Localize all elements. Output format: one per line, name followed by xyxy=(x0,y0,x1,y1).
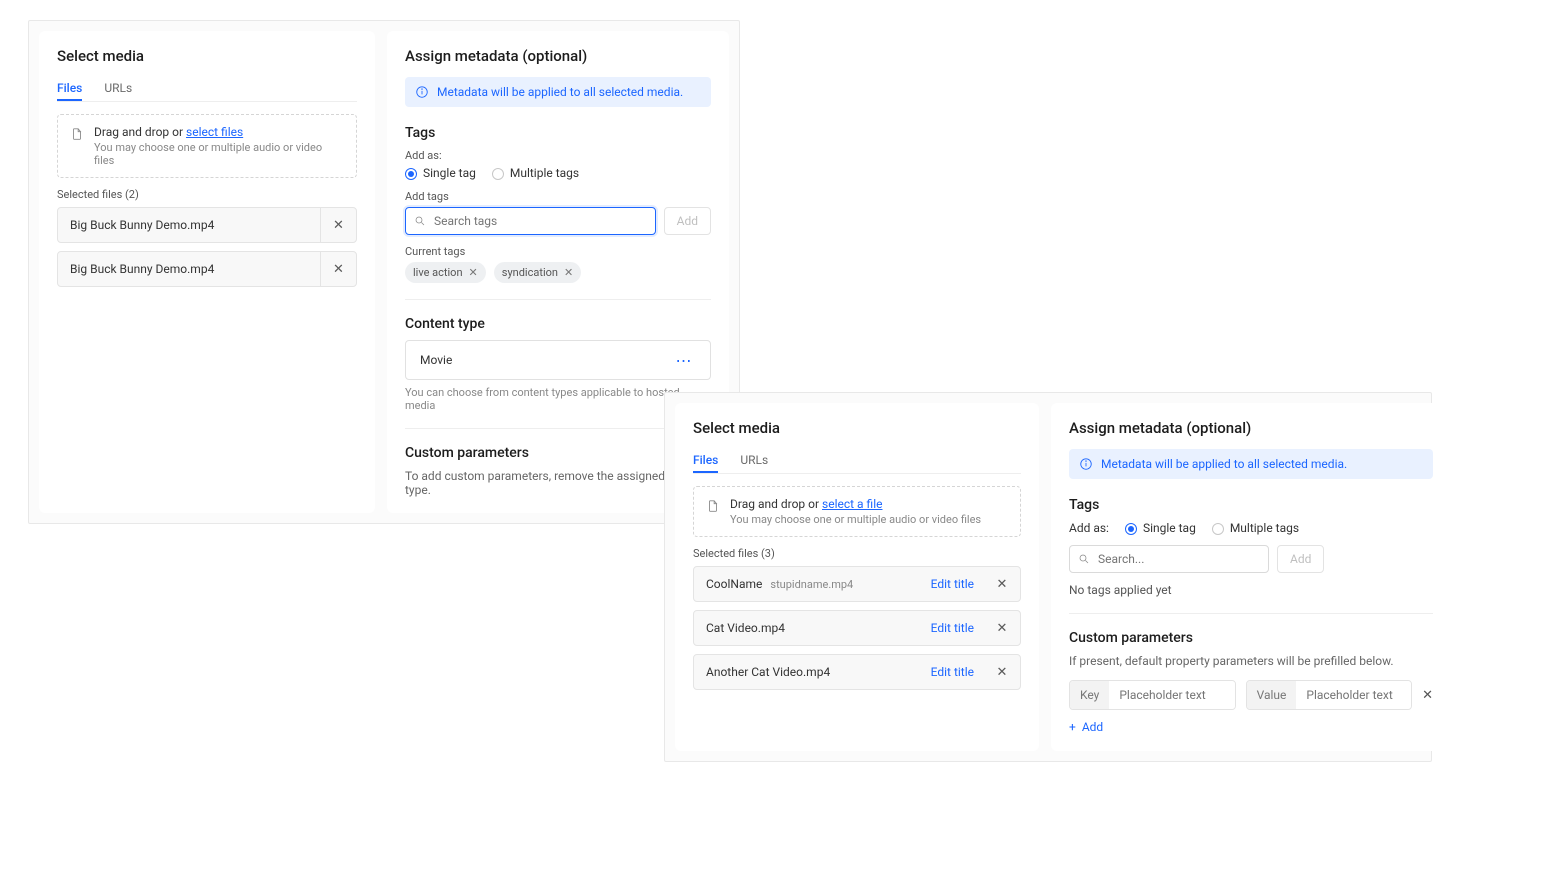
plus-icon: + xyxy=(1069,720,1076,734)
search-tags-input[interactable] xyxy=(1096,551,1260,567)
content-type-select[interactable]: Movie ⋯ xyxy=(405,340,711,380)
assign-metadata-title: Assign metadata (optional) xyxy=(405,47,711,65)
file-name: Big Buck Bunny Demo.mp4 xyxy=(70,218,214,232)
radio-single-label: Single tag xyxy=(1143,521,1196,535)
remove-tag-icon[interactable]: ✕ xyxy=(469,266,478,279)
tags-header: Tags xyxy=(1069,497,1433,513)
dropzone-text: Drag and drop or xyxy=(94,125,186,139)
content-type-value: Movie xyxy=(420,353,452,367)
content-type-header: Content type xyxy=(405,316,711,332)
tab-files[interactable]: Files xyxy=(693,449,718,473)
more-options-icon[interactable]: ⋯ xyxy=(672,348,696,372)
info-icon xyxy=(1079,457,1093,471)
info-icon xyxy=(415,85,429,99)
remove-file-button[interactable]: ✕ xyxy=(984,566,1020,602)
file-row: Another Cat Video.mp4 Edit title ✕ xyxy=(693,654,1021,690)
param-key-input[interactable] xyxy=(1109,681,1234,709)
search-icon xyxy=(1078,553,1090,565)
info-banner: Metadata will be applied to all selected… xyxy=(405,77,711,107)
tags-header: Tags xyxy=(405,125,711,141)
param-value-label: Value xyxy=(1247,681,1297,709)
select-file-link[interactable]: select a file xyxy=(822,497,882,511)
custom-params-header: Custom parameters xyxy=(1069,630,1433,646)
radio-multiple-tags[interactable]: Multiple tags xyxy=(1212,521,1299,535)
tab-files[interactable]: Files xyxy=(57,77,82,101)
select-media-panel: Select media Files URLs Drag and drop or… xyxy=(39,31,375,513)
add-param-link[interactable]: + Add xyxy=(1069,720,1103,734)
radio-checked-icon xyxy=(405,168,417,180)
search-icon xyxy=(414,215,426,227)
info-banner-text: Metadata will be applied to all selected… xyxy=(1101,457,1347,471)
file-subname: stupidname.mp4 xyxy=(770,578,853,591)
radio-multiple-label: Multiple tags xyxy=(510,166,579,180)
add-as-label: Add as: xyxy=(1069,521,1109,535)
radio-unchecked-icon xyxy=(1212,523,1224,535)
selected-files-header: Selected files (2) xyxy=(57,188,357,201)
custom-params-desc: If present, default property parameters … xyxy=(1069,654,1433,668)
dropzone-text: Drag and drop or xyxy=(730,497,822,511)
tag-chip: syndication ✕ xyxy=(494,262,581,283)
select-media-panel: Select media Files URLs Drag and drop or… xyxy=(675,403,1039,751)
no-tags-message: No tags applied yet xyxy=(1069,583,1433,597)
dropzone[interactable]: Drag and drop or select a file You may c… xyxy=(693,486,1021,537)
tag-chip-label: syndication xyxy=(502,266,558,279)
select-media-title: Select media xyxy=(693,419,1021,437)
assign-metadata-panel: Assign metadata (optional) Metadata will… xyxy=(1051,403,1451,751)
file-row: CoolName stupidname.mp4 Edit title ✕ xyxy=(693,566,1021,602)
remove-file-button[interactable]: ✕ xyxy=(984,654,1020,690)
file-row: Big Buck Bunny Demo.mp4 ✕ xyxy=(57,207,357,243)
file-name: Big Buck Bunny Demo.mp4 xyxy=(70,262,214,276)
remove-tag-icon[interactable]: ✕ xyxy=(564,266,573,279)
dropzone[interactable]: Drag and drop or select files You may ch… xyxy=(57,114,357,178)
edit-title-link[interactable]: Edit title xyxy=(921,665,984,679)
add-tag-button[interactable]: Add xyxy=(1277,545,1324,573)
file-name: Another Cat Video.mp4 xyxy=(706,665,830,679)
tab-urls[interactable]: URLs xyxy=(104,77,132,101)
file-icon xyxy=(706,499,720,513)
search-tags-input-wrap[interactable] xyxy=(405,207,656,235)
select-files-link[interactable]: select files xyxy=(186,125,243,139)
selected-files-header: Selected files (3) xyxy=(693,547,1021,560)
file-name: CoolName xyxy=(706,577,762,591)
param-key-label: Key xyxy=(1070,681,1109,709)
add-param-label: Add xyxy=(1082,720,1103,734)
radio-single-label: Single tag xyxy=(423,166,476,180)
param-value-field[interactable]: Value xyxy=(1246,680,1413,710)
edit-title-link[interactable]: Edit title xyxy=(921,621,984,635)
remove-file-button[interactable]: ✕ xyxy=(320,251,356,287)
search-tags-input-wrap[interactable] xyxy=(1069,545,1269,573)
param-value-input[interactable] xyxy=(1296,681,1412,709)
radio-single-tag[interactable]: Single tag xyxy=(405,166,476,180)
add-as-label: Add as: xyxy=(405,149,711,162)
remove-file-button[interactable]: ✕ xyxy=(320,207,356,243)
file-row: Cat Video.mp4 Edit title ✕ xyxy=(693,610,1021,646)
edit-title-link[interactable]: Edit title xyxy=(921,577,984,591)
param-key-field[interactable]: Key xyxy=(1069,680,1236,710)
radio-single-tag[interactable]: Single tag xyxy=(1125,521,1196,535)
radio-multiple-tags[interactable]: Multiple tags xyxy=(492,166,579,180)
info-banner-text: Metadata will be applied to all selected… xyxy=(437,85,683,99)
radio-checked-icon xyxy=(1125,523,1137,535)
dropzone-hint: You may choose one or multiple audio or … xyxy=(730,513,981,526)
file-row: Big Buck Bunny Demo.mp4 ✕ xyxy=(57,251,357,287)
tag-chip: live action ✕ xyxy=(405,262,486,283)
remove-file-button[interactable]: ✕ xyxy=(984,610,1020,646)
add-tags-label: Add tags xyxy=(405,190,711,203)
file-name: Cat Video.mp4 xyxy=(706,621,785,635)
file-icon xyxy=(70,127,84,141)
tag-chip-label: live action xyxy=(413,266,463,279)
tab-urls[interactable]: URLs xyxy=(740,449,768,473)
radio-unchecked-icon xyxy=(492,168,504,180)
radio-multiple-label: Multiple tags xyxy=(1230,521,1299,535)
search-tags-input[interactable] xyxy=(432,213,647,229)
add-tag-button[interactable]: Add xyxy=(664,207,711,235)
select-media-title: Select media xyxy=(57,47,357,65)
info-banner: Metadata will be applied to all selected… xyxy=(1069,449,1433,479)
assign-metadata-title: Assign metadata (optional) xyxy=(1069,419,1433,437)
dropzone-hint: You may choose one or multiple audio or … xyxy=(94,141,344,167)
current-tags-label: Current tags xyxy=(405,245,711,258)
remove-param-button[interactable]: ✕ xyxy=(1422,688,1433,703)
